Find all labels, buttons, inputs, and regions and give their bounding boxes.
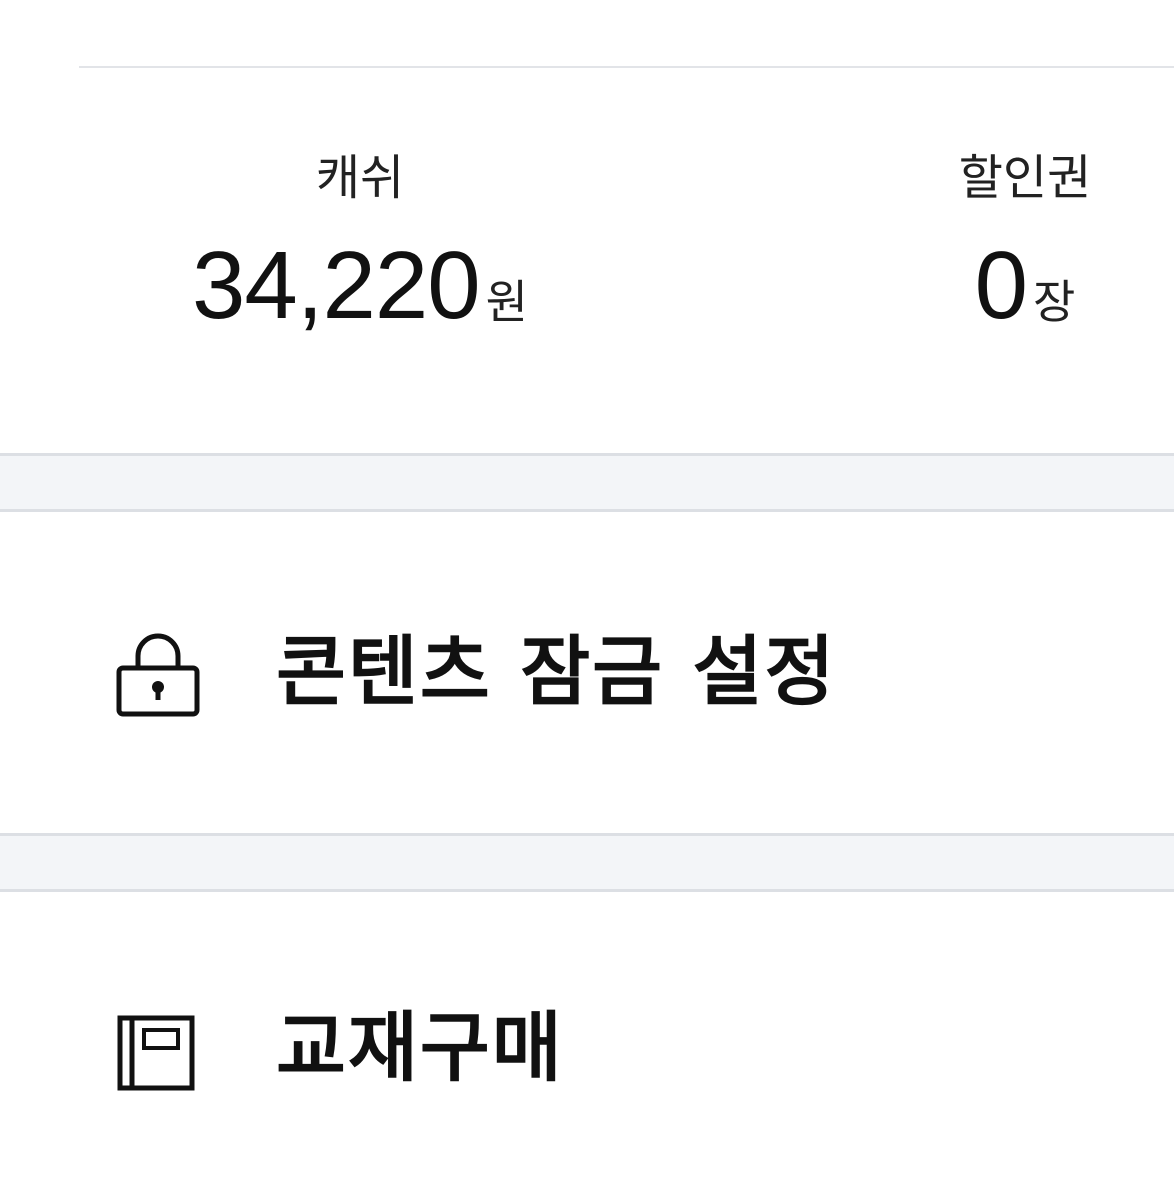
cash-balance[interactable]: 캐쉬 34,220 원 [150,148,570,336]
page: 캐쉬 34,220 원 할인권 0장 콘텐츠 잠금 설정 교재구매 [0,0,1174,1200]
cash-label: 캐쉬 [315,150,405,206]
lock-icon [116,628,200,718]
menu-item-label: 교재구매 [276,1003,564,1092]
cash-unit: 원 [485,275,528,329]
section-separator [0,833,1174,892]
book-icon [116,1014,200,1104]
cash-amount: 34,220 [192,232,481,339]
menu-item-textbook-purchase[interactable]: 교재구매 [0,892,1174,1200]
balance-section: 캐쉬 34,220 원 할인권 0장 [0,68,1174,454]
coupon-unit: 장 [1033,275,1076,329]
cash-value: 34,220 원 [150,236,570,336]
menu-item-label: 콘텐츠 잠금 설정 [276,627,837,716]
section-separator [0,453,1174,512]
menu-item-content-lock[interactable]: 콘텐츠 잠금 설정 [0,512,1174,832]
coupon-label: 할인권 [958,150,1092,206]
coupon-value: 0장 [900,236,1150,336]
coupon-count: 0 [974,232,1028,339]
coupon-balance[interactable]: 할인권 0장 [900,148,1150,336]
